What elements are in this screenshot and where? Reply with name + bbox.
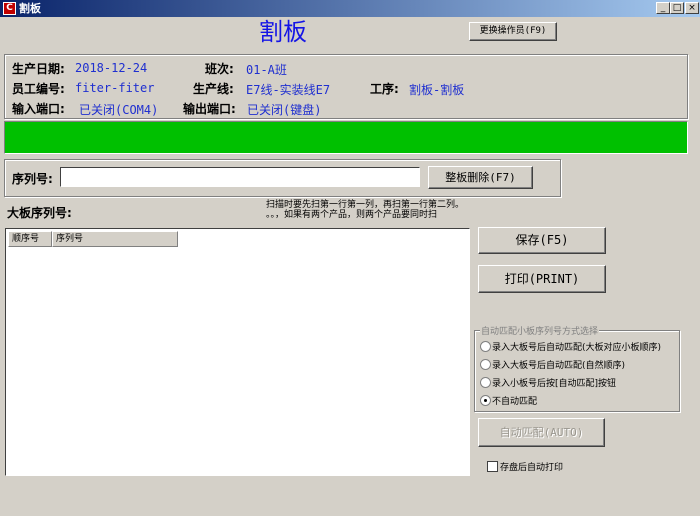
production-date-value: 2018-12-24: [75, 61, 148, 75]
shift-value: 01-A班: [246, 63, 287, 77]
status-indicator-bar: [4, 121, 688, 154]
save-button[interactable]: 保存(F5): [478, 227, 606, 254]
match-option-radio-4[interactable]: [480, 395, 491, 406]
auto-print-checkbox[interactable]: [487, 461, 498, 472]
maximize-button[interactable]: □: [670, 2, 684, 14]
big-board-label: 大板序列号:: [7, 206, 72, 220]
match-option-label-2[interactable]: 录入大板号后自动匹配(自然顺序): [492, 358, 625, 371]
process-label: 工序:: [370, 82, 399, 96]
match-option-label-3[interactable]: 录入小板号后按[自动匹配]按钮: [492, 376, 616, 389]
match-mode-group-label: 自动匹配小板序列号方式选择: [480, 324, 600, 337]
delete-board-button[interactable]: 整板删除(F7): [428, 166, 533, 189]
change-operator-button[interactable]: 更换操作员(F9): [469, 22, 557, 41]
match-option-label-4[interactable]: 不自动匹配: [492, 394, 537, 407]
input-port-label: 输入端口:: [12, 102, 65, 116]
scan-hint: 扫描时要先扫第一行第一列，再扫第一行第二列。 。。，如果有两个产品，则两个产品要…: [266, 200, 464, 220]
serial-label: 序列号:: [12, 172, 53, 186]
auto-print-label[interactable]: 存盘后自动打印: [500, 460, 563, 473]
match-option-radio-1[interactable]: [480, 341, 491, 352]
print-button[interactable]: 打印(PRINT): [478, 265, 606, 293]
auto-match-button[interactable]: 自动匹配(AUTO): [478, 418, 605, 447]
minimize-button[interactable]: _: [656, 2, 670, 14]
column-header-serial[interactable]: 序列号: [52, 231, 178, 247]
output-port-value: 已关闭(键盘): [247, 103, 322, 117]
input-port-value: 已关闭(COM4): [79, 103, 159, 117]
match-option-radio-2[interactable]: [480, 359, 491, 370]
scan-hint-line1: 扫描时要先扫第一行第一列，再扫第一行第二列。: [266, 200, 465, 210]
employee-id-label: 员工编号:: [12, 82, 65, 96]
match-option-radio-3[interactable]: [480, 377, 491, 388]
column-header-order[interactable]: 顺序号: [8, 231, 52, 247]
serial-input[interactable]: [60, 167, 420, 187]
production-line-label: 生产线:: [193, 82, 234, 96]
production-date-label: 生产日期:: [12, 62, 65, 76]
process-value: 割板-割板: [409, 83, 465, 97]
scan-hint-line2: 。。，如果有两个产品，则两个产品要同时扫: [266, 210, 438, 220]
production-line-value: E7线-实装线E7: [246, 83, 331, 97]
close-button[interactable]: ×: [685, 2, 699, 14]
shift-label: 班次:: [205, 62, 234, 76]
output-port-label: 输出端口:: [183, 102, 236, 116]
big-board-list[interactable]: 顺序号 序列号: [5, 228, 470, 476]
match-option-label-1[interactable]: 录入大板号后自动匹配(大板对应小板顺序): [492, 340, 661, 353]
employee-id-value: fiter-fiter: [75, 81, 155, 95]
